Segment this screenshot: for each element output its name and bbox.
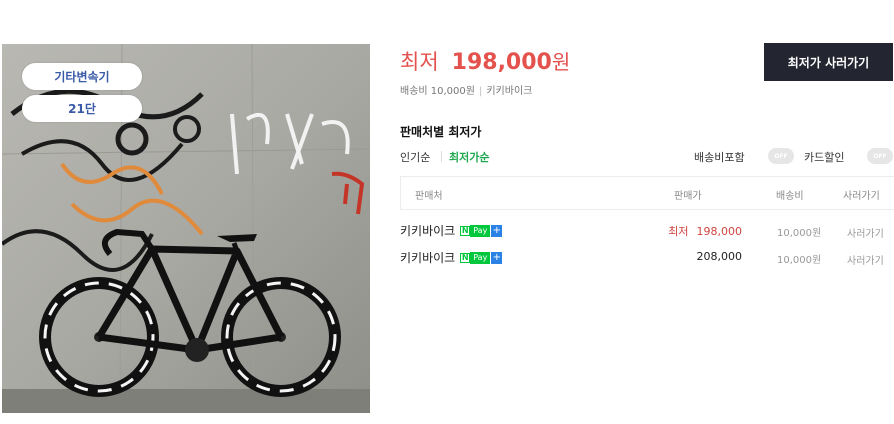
npay-badge: N Pay + xyxy=(460,224,503,237)
row-shipping: 10,000원 xyxy=(777,255,822,266)
divider: | xyxy=(478,86,483,97)
column-buy: 사러가기 xyxy=(843,191,880,202)
npay-label: Pay xyxy=(470,224,491,237)
row-buy-link[interactable]: 사러가기 xyxy=(847,252,884,267)
lowest-price-unit: 원 xyxy=(551,50,571,74)
plus-icon: + xyxy=(491,224,503,237)
shipping-fee: 배송비 10,000원 xyxy=(400,86,475,97)
lowest-price-value: 198,000 xyxy=(451,50,552,75)
table-row[interactable]: 키키바이크 N Pay + xyxy=(400,249,503,266)
sort-divider xyxy=(441,151,442,162)
column-shop: 판매처 xyxy=(415,191,443,202)
naver-n-icon: N xyxy=(460,252,471,263)
row-shipping: 10,000원 xyxy=(777,228,822,239)
price-value: 208,000 xyxy=(696,250,743,263)
npay-label: Pay xyxy=(470,251,491,264)
row-buy-link[interactable]: 사러가기 xyxy=(847,225,884,240)
tag-gear-type[interactable]: 기타변속기 xyxy=(22,63,142,90)
npay-badge: N Pay + xyxy=(460,251,503,264)
row-price[interactable]: 208,000 xyxy=(642,250,743,263)
price-value: 198,000 xyxy=(696,225,743,238)
shipping-info: 배송비 10,000원 | 키키바이크 xyxy=(400,82,532,97)
buy-lowest-button[interactable]: 최저가 사러가기 xyxy=(764,43,893,81)
card-discount-label: 카드할인 xyxy=(804,151,845,164)
section-title: 판매처별 최저가 xyxy=(400,125,482,139)
sort-lowest-price[interactable]: 최저가순 xyxy=(449,149,489,165)
plus-icon: + xyxy=(491,251,503,264)
lowest-tag: 최저 xyxy=(668,225,689,238)
product-photo: 기타변속기 21단 xyxy=(2,44,370,413)
naver-n-icon: N xyxy=(460,225,471,236)
card-discount-toggle[interactable]: OFF xyxy=(867,148,893,164)
row-price[interactable]: 최저 198,000 xyxy=(642,223,742,239)
price-compare-page: 기타변속기 21단 최저 198,000 원 배송비 10,000원 | 키키바이크… xyxy=(0,0,894,424)
tag-speed-count[interactable]: 21단 xyxy=(22,95,142,122)
shop-name[interactable]: 키키바이크 xyxy=(400,222,455,239)
column-price: 판매가 xyxy=(674,191,702,202)
lowest-price: 최저 198,000 원 xyxy=(400,46,570,76)
column-shipping: 배송비 xyxy=(776,191,804,202)
table-row[interactable]: 키키바이크 N Pay + xyxy=(400,222,503,239)
shipping-included-label: 배송비포함 xyxy=(694,151,745,164)
shop-name[interactable]: 키키바이크 xyxy=(400,249,455,266)
seller-name: 키키바이크 xyxy=(486,86,533,97)
shipping-included-toggle[interactable]: OFF xyxy=(768,148,794,164)
table-header xyxy=(400,176,894,210)
sort-popular[interactable]: 인기순 xyxy=(400,149,430,165)
lowest-price-label: 최저 xyxy=(400,50,439,74)
